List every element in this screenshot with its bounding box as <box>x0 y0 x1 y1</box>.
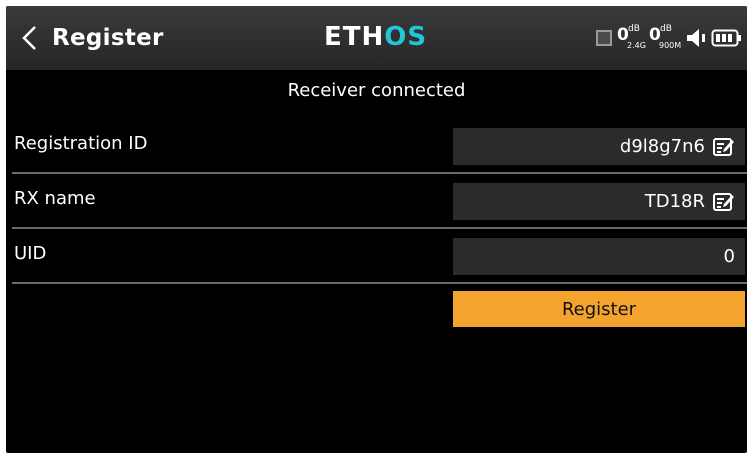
uid-value: 0 <box>723 246 735 267</box>
signal-band: 900M <box>659 41 682 50</box>
edit-icon[interactable] <box>713 137 735 157</box>
uid-field[interactable]: 0 <box>453 238 745 275</box>
speaker-icon[interactable] <box>685 27 709 49</box>
logo-main-text: ETH <box>324 22 385 52</box>
rx-name-label: RX name <box>14 188 96 209</box>
signal-unit: dB <box>628 24 640 34</box>
header-bar: Register ETH OS 0 dB 2.4G 0 dB 900M <box>6 6 747 70</box>
back-button[interactable]: Register <box>16 20 176 56</box>
registration-id-field[interactable]: d9l8g7n6 <box>453 128 745 165</box>
registration-id-row: Registration ID d9l8g7n6 <box>6 118 747 172</box>
rx-name-row: RX name TD18R <box>6 173 747 227</box>
page-title: Register <box>52 25 164 51</box>
uid-label: UID <box>14 243 47 264</box>
ethos-logo: ETH OS <box>324 19 427 55</box>
register-button[interactable]: Register <box>453 291 745 327</box>
registration-id-value: d9l8g7n6 <box>619 136 705 157</box>
signal-900m: 0 dB 900M <box>649 24 681 52</box>
logo-accent-text: OS <box>384 22 428 52</box>
signal-unit: dB <box>660 24 672 34</box>
receiver-status-message: Receiver connected <box>287 80 466 101</box>
divider <box>12 282 747 284</box>
battery-icon <box>711 29 741 47</box>
rx-name-field[interactable]: TD18R <box>453 183 745 220</box>
registration-id-label: Registration ID <box>14 133 148 154</box>
chevron-left-icon <box>22 26 36 50</box>
status-indicators: 0 dB 2.4G 0 dB 900M <box>596 24 743 52</box>
receiver-status-icon <box>596 30 612 46</box>
rx-name-value: TD18R <box>644 191 705 212</box>
uid-row: UID 0 <box>6 228 747 282</box>
signal-2.4g: 0 dB 2.4G <box>617 24 649 52</box>
edit-icon[interactable] <box>713 192 735 212</box>
screen: Register ETH OS 0 dB 2.4G 0 dB 900M Rece… <box>6 6 747 453</box>
signal-band: 2.4G <box>627 41 646 50</box>
